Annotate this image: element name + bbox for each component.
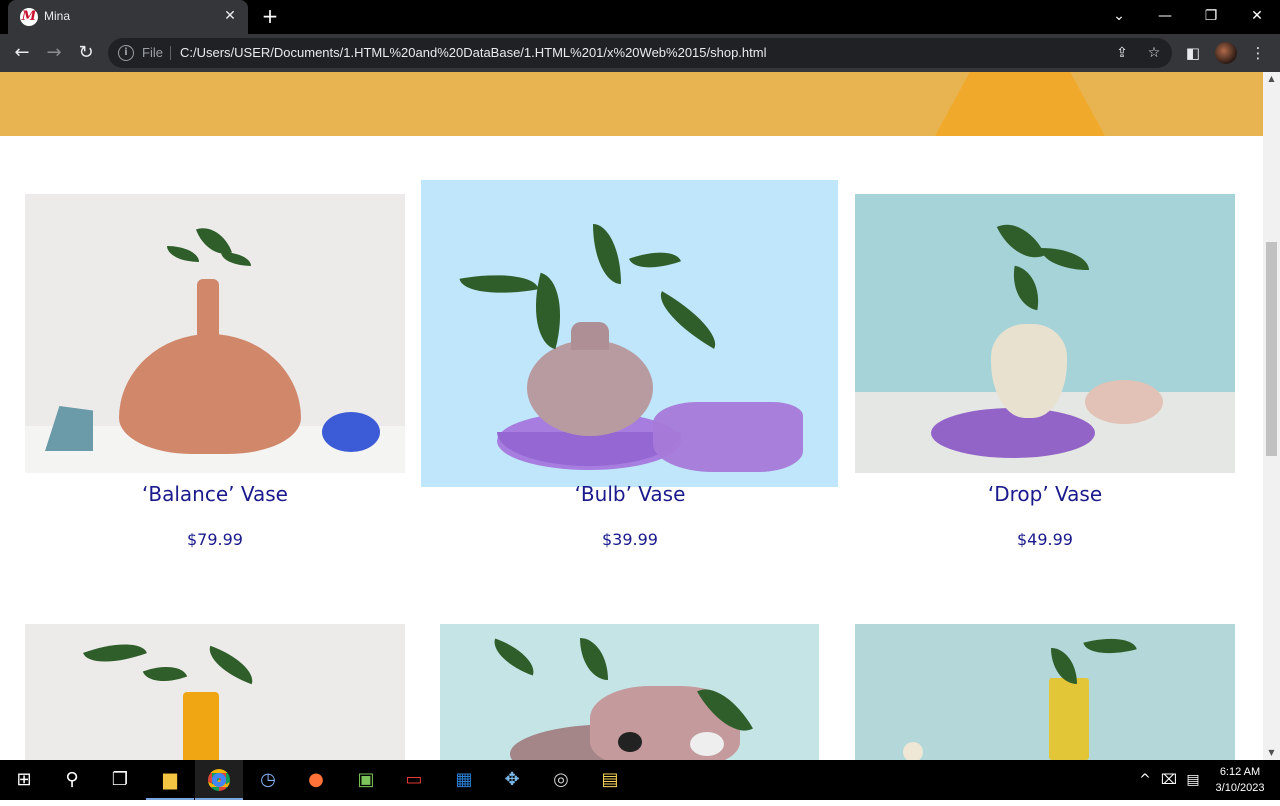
product-name[interactable]: ‘Balance’ Vase	[25, 482, 405, 506]
reload-icon[interactable]: ↻	[72, 39, 100, 67]
task-view-icon[interactable]: ❐	[96, 760, 144, 800]
tray-overflow-icon[interactable]: ^	[1136, 760, 1154, 800]
network-icon[interactable]: ⌧	[1158, 760, 1180, 800]
tab-strip: M Mina ✕ + ⌄ — ❐ ✕	[0, 0, 1280, 34]
banner-vase-shape	[935, 72, 1105, 136]
notifications-icon[interactable]: ▤	[1182, 760, 1204, 800]
product-image[interactable]	[855, 194, 1235, 473]
product-image[interactable]	[25, 624, 405, 760]
share-icon[interactable]: ⇪	[1113, 44, 1131, 62]
tab-close-icon[interactable]: ✕	[220, 6, 240, 26]
product-price: $39.99	[602, 530, 658, 549]
clock-date: 3/10/2023	[1215, 782, 1265, 794]
obs-icon[interactable]: ◎	[537, 760, 585, 800]
product-price: $79.99	[187, 530, 243, 549]
browser-toolbar: ← → ↻ i File C:/Users/USER/Documents/1.H…	[0, 34, 1280, 72]
restore-icon[interactable]: ❐	[1188, 0, 1234, 34]
product-name[interactable]: ‘Bulb’ Vase	[440, 482, 820, 506]
bookmark-star-icon[interactable]: ☆	[1145, 44, 1163, 62]
screen-recorder-icon[interactable]: ▭	[390, 760, 438, 800]
product-image[interactable]	[855, 624, 1235, 760]
windows-taskbar: ⊞ ⚲ ❐ ▆ ◷ ● ▣ ▭ ▦ ✥ ◎ ▤ ^ ⌧ ▤ 6:12 AM 3/…	[0, 760, 1280, 800]
clock-app-icon[interactable]: ◷	[244, 760, 292, 800]
product-image[interactable]	[25, 194, 405, 473]
address-scheme-label: File	[142, 45, 163, 60]
chrome-icon[interactable]	[195, 760, 243, 800]
taskbar-clock[interactable]: 6:12 AM 3/10/2023	[1208, 764, 1272, 796]
product-image[interactable]	[421, 180, 838, 487]
minimize-icon[interactable]: —	[1142, 0, 1188, 34]
android-studio-icon[interactable]: ▣	[342, 760, 390, 800]
clock-time: 6:12 AM	[1219, 766, 1261, 778]
firefox-icon[interactable]: ●	[292, 760, 340, 800]
page-scrollbar[interactable]: ▲ ▼	[1263, 72, 1280, 760]
site-favicon-icon: M	[20, 8, 38, 26]
site-info-icon[interactable]: i	[118, 45, 134, 61]
search-icon[interactable]: ⚲	[48, 760, 96, 800]
game-controller-icon[interactable]: ✥	[488, 760, 536, 800]
browser-tab[interactable]: M Mina ✕	[8, 0, 248, 34]
back-arrow-icon[interactable]: ←	[8, 39, 36, 67]
more-menu-icon[interactable]: ⋮	[1247, 42, 1269, 64]
close-window-icon[interactable]: ✕	[1234, 0, 1280, 34]
scroll-thumb[interactable]	[1266, 242, 1277, 456]
product-price: $49.99	[1017, 530, 1073, 549]
forward-arrow-icon[interactable]: →	[40, 39, 68, 67]
file-explorer-icon[interactable]: ▆	[146, 760, 194, 800]
tab-title: Mina	[44, 9, 71, 23]
scroll-up-icon[interactable]: ▲	[1263, 72, 1280, 86]
hero-banner-image	[0, 72, 1263, 136]
product-image[interactable]	[440, 624, 819, 760]
profile-avatar[interactable]	[1215, 42, 1237, 64]
python-icon[interactable]: ▤	[586, 760, 634, 800]
side-panel-icon[interactable]: ◧	[1182, 42, 1204, 64]
address-divider	[170, 46, 171, 60]
new-tab-icon[interactable]: +	[258, 4, 282, 28]
address-url[interactable]: C:/Users/USER/Documents/1.HTML%20and%20D…	[180, 45, 766, 60]
scroll-down-icon[interactable]: ▼	[1263, 746, 1280, 760]
product-name[interactable]: ‘Drop’ Vase	[855, 482, 1235, 506]
start-windows-icon[interactable]: ⊞	[0, 760, 48, 800]
tab-search-icon[interactable]: ⌄	[1096, 0, 1142, 34]
page-viewport: ‘Balance’ Vase $79.99 ‘Bulb’ Vase $39.99	[0, 72, 1263, 760]
address-bar[interactable]: i File C:/Users/USER/Documents/1.HTML%20…	[108, 38, 1172, 68]
calculator-icon[interactable]: ▦	[440, 760, 488, 800]
